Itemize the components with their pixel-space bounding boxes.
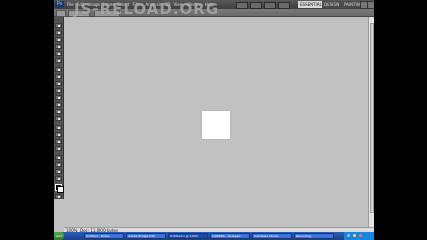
taskbar-button[interactable]: Untitled-1 @ 100% (168, 233, 208, 239)
system-tray (344, 232, 374, 240)
tools-panel (54, 17, 64, 199)
zoom-level-icon[interactable] (264, 2, 276, 9)
path-selection-tool-icon[interactable] (55, 139, 62, 144)
taskbar-button[interactable]: Untitled - Notes (84, 233, 124, 239)
vertical-scrollbar[interactable] (368, 17, 374, 227)
clone-stamp-tool-icon[interactable] (55, 81, 62, 86)
move-tool-icon[interactable] (55, 23, 62, 28)
taskbar-button[interactable]: Adobe Bridge CS5 (126, 233, 166, 239)
lasso-tool-icon[interactable] (55, 37, 62, 42)
gradient-tool-icon[interactable] (55, 102, 62, 107)
shape-tool-icon[interactable] (55, 146, 62, 151)
healing-brush-tool-icon[interactable] (55, 67, 62, 72)
brush-tool-icon[interactable] (55, 74, 62, 79)
zoom-tool-icon[interactable] (55, 176, 62, 181)
crop-tool-icon[interactable] (55, 51, 62, 56)
history-brush-tool-icon[interactable] (55, 88, 62, 93)
3d-rotate-tool-icon[interactable] (55, 155, 62, 160)
eyedropper-tool-icon[interactable] (55, 58, 62, 63)
3d-camera-tool-icon[interactable] (55, 162, 62, 167)
scrollbar-thumb[interactable] (370, 23, 374, 213)
tool-preset-icon[interactable] (56, 10, 66, 17)
bridge-launch-icon[interactable] (236, 2, 248, 9)
type-tool-icon[interactable] (55, 132, 62, 137)
eraser-tool-icon[interactable] (55, 95, 62, 100)
pen-tool-icon[interactable] (55, 125, 62, 130)
hand-tool-icon[interactable] (55, 169, 62, 174)
start-button[interactable]: start (54, 232, 64, 240)
minibridge-icon[interactable] (250, 2, 262, 9)
marquee-tool-icon[interactable] (55, 30, 62, 35)
quick-selection-tool-icon[interactable] (55, 44, 62, 49)
document-canvas[interactable] (202, 111, 230, 139)
volume-icon[interactable] (353, 234, 356, 237)
close-icon[interactable] (367, 1, 374, 9)
canvas-area (64, 17, 368, 227)
network-icon[interactable] (347, 234, 350, 237)
photoshop-logo-icon: Ps (55, 1, 64, 8)
background-color-swatch[interactable] (57, 186, 64, 193)
menu-file[interactable]: File (67, 2, 74, 7)
recording-icon[interactable] (359, 234, 362, 237)
quick-mask-icon[interactable] (55, 194, 62, 199)
taskbar-button[interactable]: CAMERA - Notepad (210, 233, 250, 239)
taskbar-button[interactable]: Recording (294, 233, 334, 239)
blur-tool-icon[interactable] (55, 109, 62, 114)
dodge-tool-icon[interactable] (55, 116, 62, 121)
workspace-design-button[interactable]: DESIGN (322, 1, 342, 8)
windows-taskbar: start Untitled - Notes Adobe Bridge CS5 … (54, 232, 374, 240)
watermark: JS-RELOAD.ORG (74, 0, 220, 18)
taskbar-button[interactable]: Camtasia Studio (252, 233, 292, 239)
arrange-documents-icon[interactable] (278, 2, 290, 9)
photoshop-window: Ps File Edit Image Layer Select Filter Analysi… (54, 0, 374, 240)
